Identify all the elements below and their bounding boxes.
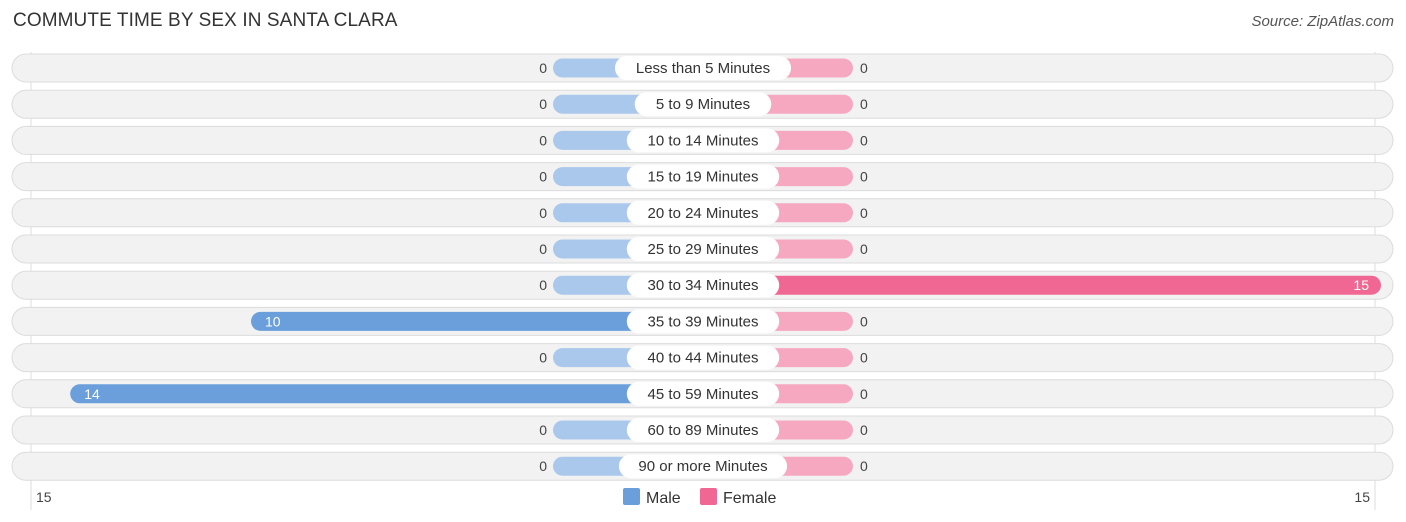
- value-label-female: 0: [860, 169, 868, 185]
- value-label-male: 0: [539, 458, 547, 474]
- chart-row: 0 0 40 to 44 Minutes: [11, 343, 1394, 373]
- value-label-female: 0: [860, 458, 868, 474]
- category-label: 35 to 39 Minutes: [648, 313, 759, 330]
- chart-row: 0 0 15 to 19 Minutes: [11, 162, 1394, 192]
- value-label-male: 0: [539, 132, 547, 148]
- legend-swatch-male: [623, 488, 640, 505]
- value-label-male: 0: [539, 205, 547, 221]
- legend-swatch-female: [700, 488, 717, 505]
- value-label-female: 0: [860, 313, 868, 329]
- category-label: 10 to 14 Minutes: [648, 132, 759, 149]
- category-label: 30 to 34 Minutes: [648, 277, 759, 294]
- chart-canvas: 0 0Less than 5 Minutes0 05 to 9 Minutes0 01…: [11, 52, 1394, 510]
- value-label-female: 0: [860, 60, 868, 76]
- value-label-female: 0: [860, 241, 868, 257]
- category-label: 45 to 59 Minutes: [648, 386, 759, 403]
- value-label-male: 0: [539, 422, 547, 438]
- category-label: 90 or more Minutes: [638, 458, 767, 475]
- value-label-female: 0: [860, 350, 868, 366]
- chart-row: 0 15 30 to 34 Minutes: [11, 270, 1394, 300]
- chart-rows: 0 0Less than 5 Minutes0 05 to 9 Minutes0 01…: [11, 52, 1394, 510]
- value-label-male: 0: [539, 96, 547, 112]
- category-label: 25 to 29 Minutes: [648, 241, 759, 258]
- legend-label-female: Female: [723, 490, 776, 507]
- category-label: 40 to 44 Minutes: [648, 350, 759, 367]
- bar-male: [70, 384, 703, 404]
- axis-label-left: 15: [36, 489, 52, 505]
- chart-row: 0 0 10 to 14 Minutes: [11, 125, 1394, 155]
- value-label-female: 0: [860, 96, 868, 112]
- chart-row: 0 0 5 to 9 Minutes: [11, 89, 1394, 119]
- value-label-male: 0: [539, 241, 547, 257]
- chart-row: 14 0 45 to 59 Minutes: [11, 379, 1394, 409]
- legend-label-male: Male: [646, 490, 681, 507]
- value-label-female: 0: [860, 132, 868, 148]
- chart-row: 0 0 20 to 24 Minutes: [11, 198, 1394, 228]
- chart-row: 0 0 25 to 29 Minutes: [11, 234, 1394, 264]
- category-label: 20 to 24 Minutes: [648, 205, 759, 222]
- value-label-female: 0: [860, 386, 868, 402]
- chart-row: 0 0 Less than 5 Minutes: [11, 53, 1394, 83]
- value-label-male: 14: [84, 386, 100, 402]
- value-label-male: 0: [539, 350, 547, 366]
- chart-row: 0 0 60 to 89 Minutes: [11, 415, 1394, 445]
- category-label: Less than 5 Minutes: [636, 60, 770, 77]
- value-label-female: 0: [860, 205, 868, 221]
- bar-female: [703, 275, 1381, 295]
- axis-label-right: 15: [1354, 489, 1370, 505]
- chart-row: 10 0 35 to 39 Minutes: [11, 306, 1394, 336]
- value-label-male: 10: [265, 313, 281, 329]
- value-label-female: 15: [1353, 277, 1369, 293]
- category-label: 60 to 89 Minutes: [648, 422, 759, 439]
- value-label-male: 0: [539, 60, 547, 76]
- value-label-male: 0: [539, 169, 547, 185]
- value-label-male: 0: [539, 277, 547, 293]
- category-label: 5 to 9 Minutes: [656, 96, 750, 113]
- value-label-female: 0: [860, 422, 868, 438]
- chart-row: 0 0 90 or more Minutes: [11, 451, 1394, 481]
- legend: Male Female: [623, 488, 776, 507]
- category-label: 15 to 19 Minutes: [648, 169, 759, 186]
